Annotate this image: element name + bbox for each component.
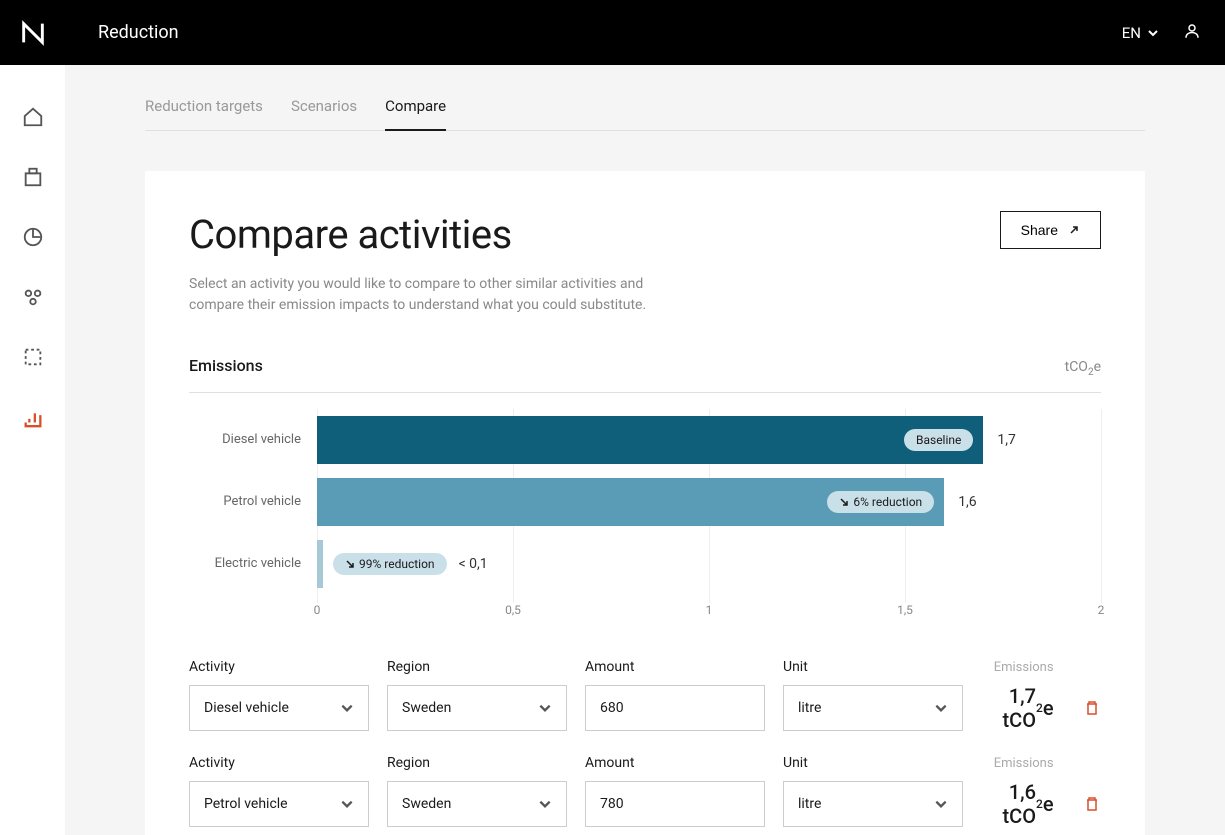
- main-content: Reduction targets Scenarios Compare Comp…: [65, 65, 1225, 835]
- trash-icon: [1084, 796, 1100, 812]
- delete-row-button[interactable]: [1084, 781, 1101, 827]
- unit-label: Unit: [783, 659, 963, 675]
- amount-label: Amount: [585, 755, 765, 771]
- tab-reduction-targets[interactable]: Reduction targets: [145, 97, 263, 130]
- bar-label: Electric vehicle: [189, 556, 317, 571]
- tab-scenarios[interactable]: Scenarios: [291, 97, 357, 130]
- reduction-badge: 99% reduction: [333, 553, 447, 575]
- chevron-down-icon: [538, 797, 552, 811]
- region-select[interactable]: Sweden: [387, 781, 567, 827]
- nav-reports[interactable]: [21, 225, 45, 249]
- user-menu[interactable]: [1183, 22, 1201, 44]
- nav-reduction[interactable]: [21, 405, 45, 429]
- emissions-value: 1,6 tCO2e: [981, 781, 1054, 827]
- emissions-label: Emissions: [994, 756, 1054, 771]
- nav-data[interactable]: [21, 345, 45, 369]
- amount-input[interactable]: 780: [585, 781, 765, 827]
- axis-tick: 0,5: [505, 603, 521, 617]
- app-logo[interactable]: [0, 0, 65, 65]
- bar-label: Petrol vehicle: [189, 494, 317, 509]
- bar-value: 1,7: [997, 432, 1016, 448]
- activity-label: Activity: [189, 659, 369, 675]
- bar-value: < 0,1: [459, 556, 488, 572]
- topbar: Reduction EN: [0, 0, 1225, 65]
- activity-row: Activity Diesel vehicle Region Sweden: [189, 659, 1101, 731]
- chart-unit: tCO2e: [1065, 359, 1101, 378]
- language-selector[interactable]: EN: [1122, 24, 1159, 42]
- trash-icon: [1084, 700, 1100, 716]
- baseline-badge: Baseline: [904, 429, 973, 451]
- arrow-down-right-icon: [839, 497, 849, 507]
- bar-diesel: Baseline 1,7: [317, 416, 983, 464]
- chevron-down-icon: [340, 797, 354, 811]
- activity-select[interactable]: Petrol vehicle: [189, 781, 369, 827]
- activity-select[interactable]: Diesel vehicle: [189, 685, 369, 731]
- region-select[interactable]: Sweden: [387, 685, 567, 731]
- chevron-down-icon: [1147, 27, 1159, 39]
- region-label: Region: [387, 659, 567, 675]
- chart-row-diesel: Diesel vehicle Baseline 1,7: [189, 409, 1101, 471]
- share-button[interactable]: Share: [1000, 211, 1101, 249]
- chevron-down-icon: [934, 701, 948, 715]
- unit-select[interactable]: litre: [783, 781, 963, 827]
- delete-row-button[interactable]: [1084, 685, 1101, 731]
- emissions-chart: Diesel vehicle Baseline 1,7 Petrol vehic…: [189, 409, 1101, 627]
- axis-tick: 0: [314, 603, 321, 617]
- nav-company[interactable]: [21, 165, 45, 189]
- bar-petrol: 6% reduction 1,6: [317, 478, 944, 526]
- region-label: Region: [387, 755, 567, 771]
- amount-label: Amount: [585, 659, 765, 675]
- chart-title: Emissions: [189, 356, 263, 375]
- page-description: Select an activity you would like to com…: [189, 274, 669, 316]
- emissions-value: 1,7 tCO2e: [981, 685, 1054, 731]
- sidebar: [0, 65, 65, 835]
- activity-label: Activity: [189, 755, 369, 771]
- unit-label: Unit: [783, 755, 963, 771]
- chevron-down-icon: [538, 701, 552, 715]
- chevron-down-icon: [934, 797, 948, 811]
- external-link-icon: [1068, 224, 1080, 236]
- emissions-label: Emissions: [994, 660, 1054, 675]
- axis-tick: 1,5: [897, 603, 913, 617]
- bar-electric: [317, 540, 323, 588]
- bar-label: Diesel vehicle: [189, 432, 317, 447]
- nav-scopes[interactable]: [21, 285, 45, 309]
- page-title: Compare activities: [189, 211, 669, 258]
- axis-tick: 1: [706, 603, 713, 617]
- tabs: Reduction targets Scenarios Compare: [145, 97, 1145, 131]
- bar-value: 1,6: [958, 494, 977, 510]
- reduction-badge: 6% reduction: [827, 491, 934, 513]
- language-label: EN: [1122, 24, 1141, 42]
- compare-card: Compare activities Select an activity yo…: [145, 171, 1145, 835]
- chart-row-electric: Electric vehicle 99% reduction < 0,1: [189, 533, 1101, 595]
- unit-select[interactable]: litre: [783, 685, 963, 731]
- activity-row: Activity Petrol vehicle Region Sweden: [189, 755, 1101, 827]
- share-label: Share: [1021, 222, 1058, 238]
- amount-input[interactable]: 680: [585, 685, 765, 731]
- tab-compare[interactable]: Compare: [385, 97, 446, 131]
- chart-row-petrol: Petrol vehicle 6% reduction 1,6: [189, 471, 1101, 533]
- axis-tick: 2: [1098, 603, 1105, 617]
- nav-home[interactable]: [21, 105, 45, 129]
- activity-list: Activity Diesel vehicle Region Sweden: [189, 659, 1101, 827]
- chevron-down-icon: [340, 701, 354, 715]
- page-section-title: Reduction: [98, 22, 179, 43]
- arrow-down-right-icon: [345, 559, 355, 569]
- x-axis: 0 0,5 1 1,5 2: [317, 603, 1101, 627]
